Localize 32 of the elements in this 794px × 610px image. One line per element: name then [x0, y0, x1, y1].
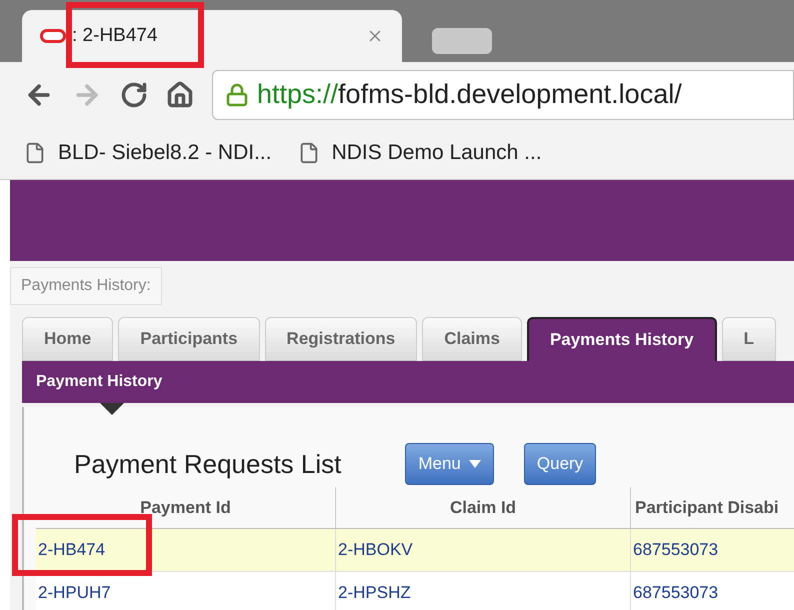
tab-title: : 2-HB474 [72, 24, 159, 48]
nav-tab[interactable]: Home [22, 317, 114, 361]
table-cell: 2-HB474 [36, 529, 336, 571]
reload-icon[interactable] [120, 80, 148, 108]
nav-tab[interactable]: Participants [118, 317, 260, 361]
table-row[interactable]: 2-HB474 2-HBOKV 687553073 [36, 529, 794, 572]
sub-nav-link[interactable]: Payment History [36, 370, 162, 394]
home-icon[interactable] [166, 80, 194, 108]
table-cell-text: 687553073 [632, 539, 720, 562]
address-bar[interactable]: https://fofms-bld.development.local/ [212, 70, 794, 120]
table-row[interactable]: 2-HPUH7 2-HPSHZ 687553073 [36, 572, 794, 610]
lock-icon [225, 82, 249, 108]
nav-tab[interactable]: L [722, 317, 776, 361]
table-cell: 2-HPSHZ [336, 572, 631, 610]
page-icon [24, 140, 46, 166]
table-cell: 2-HPUH7 [36, 572, 336, 610]
caret-icon [468, 460, 481, 468]
column-header[interactable]: Participant Disabi [631, 487, 794, 528]
browser-tab[interactable]: : 2-HB474 [22, 10, 402, 62]
bookmark[interactable]: NDIS Demo Launch ... [298, 137, 542, 169]
url-text: https://fofms-bld.development.local/ [257, 78, 682, 112]
list-title: Payment Requests List [74, 448, 342, 480]
pointer-icon [100, 403, 124, 415]
column-header[interactable]: Claim Id [336, 487, 631, 528]
bookmark[interactable]: BLD- Siebel8.2 - NDI... [24, 137, 272, 169]
nav-tab[interactable]: Payments History [526, 317, 717, 361]
table-cell-text: 687553073 [632, 582, 720, 604]
nav-tab[interactable]: Claims [422, 317, 522, 361]
app-logo-icon [40, 29, 66, 43]
table-cell: 2-HBOKV [336, 529, 631, 571]
column-header[interactable]: Payment Id [36, 487, 336, 528]
nav-tab[interactable]: Registrations [264, 317, 418, 361]
